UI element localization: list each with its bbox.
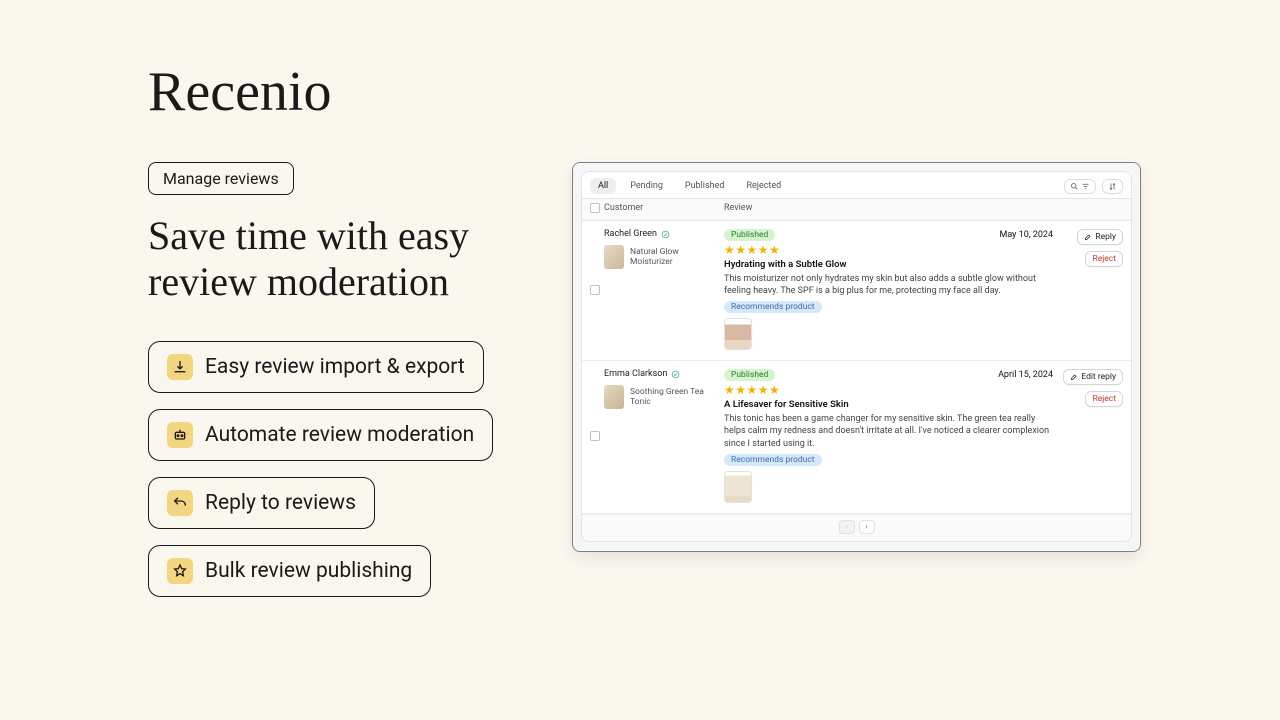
- product-thumbnail: [604, 385, 624, 409]
- feature-label: Reply to reviews: [205, 491, 356, 515]
- robot-icon: [167, 422, 193, 448]
- brand-title: Recenio: [148, 60, 548, 124]
- review-title: Hydrating with a Subtle Glow: [724, 259, 1053, 270]
- tab-pending[interactable]: Pending: [622, 178, 671, 194]
- reject-button[interactable]: Reject: [1085, 251, 1123, 267]
- star-rating: ★★★★★: [724, 243, 1053, 257]
- download-icon: [167, 354, 193, 380]
- product-name: Natural Glow Moisturizer: [630, 247, 710, 267]
- filter-icon: [1081, 182, 1090, 191]
- review-photo: [724, 471, 752, 503]
- feature-label: Bulk review publishing: [205, 559, 412, 583]
- feature-bulk: Bulk review publishing: [148, 545, 431, 597]
- review-title: A Lifesaver for Sensitive Skin: [724, 399, 1053, 410]
- reviews-panel: All Pending Published Rejected: [572, 162, 1141, 552]
- feature-label: Easy review import & export: [205, 355, 465, 379]
- edit-reply-button[interactable]: Edit reply: [1063, 369, 1123, 385]
- search-icon: [1070, 182, 1079, 191]
- review-date: May 10, 2024: [999, 230, 1053, 240]
- feature-reply: Reply to reviews: [148, 477, 375, 529]
- review-body: This moisturizer not only hydrates my sk…: [724, 273, 1053, 297]
- search-filter-button[interactable]: [1064, 179, 1096, 194]
- tab-rejected[interactable]: Rejected: [738, 178, 789, 194]
- recommends-badge: Recommends product: [724, 301, 822, 313]
- feature-import-export: Easy review import & export: [148, 341, 484, 393]
- tab-published[interactable]: Published: [677, 178, 733, 194]
- reply-icon: [167, 490, 193, 516]
- product-name: Soothing Green Tea Tonic: [630, 387, 710, 407]
- reply-button[interactable]: Reply: [1077, 229, 1123, 245]
- next-page-button[interactable]: ›: [859, 520, 875, 534]
- feature-automate: Automate review moderation: [148, 409, 493, 461]
- status-badge: Published: [724, 369, 775, 381]
- prev-page-button[interactable]: ‹: [839, 520, 855, 534]
- headline: Save time with easy review moderation: [148, 213, 548, 305]
- col-customer: Customer: [604, 199, 724, 220]
- pagination: ‹ ›: [582, 514, 1131, 541]
- customer-name: Rachel Green: [604, 229, 657, 239]
- table-header: Customer Review: [582, 198, 1131, 221]
- status-badge: Published: [724, 229, 775, 241]
- sort-button[interactable]: [1102, 179, 1123, 194]
- section-tag: Manage reviews: [148, 162, 294, 195]
- star-rating: ★★★★★: [724, 383, 1053, 397]
- review-photo: [724, 318, 752, 350]
- review-tabs: All Pending Published Rejected: [590, 178, 789, 194]
- reject-button[interactable]: Reject: [1085, 391, 1123, 407]
- review-date: April 15, 2024: [998, 370, 1053, 380]
- customer-name: Emma Clarkson: [604, 369, 667, 379]
- verified-icon: [671, 370, 680, 379]
- edit-icon: [1084, 233, 1092, 241]
- recommends-badge: Recommends product: [724, 454, 822, 466]
- table-row: Rachel Green Natural Glow Moisturizer Pu…: [582, 221, 1131, 361]
- sort-icon: [1108, 182, 1117, 191]
- table-row: Emma Clarkson Soothing Green Tea Tonic P…: [582, 361, 1131, 513]
- col-review: Review: [724, 199, 1131, 220]
- row-checkbox[interactable]: [590, 285, 600, 295]
- star-icon: [167, 558, 193, 584]
- review-body: This tonic has been a game changer for m…: [724, 413, 1053, 449]
- edit-icon: [1070, 373, 1078, 381]
- select-all-checkbox[interactable]: [590, 203, 600, 213]
- product-thumbnail: [604, 245, 624, 269]
- row-checkbox[interactable]: [590, 431, 600, 441]
- verified-icon: [661, 230, 670, 239]
- feature-label: Automate review moderation: [205, 423, 474, 447]
- tab-all[interactable]: All: [590, 178, 616, 194]
